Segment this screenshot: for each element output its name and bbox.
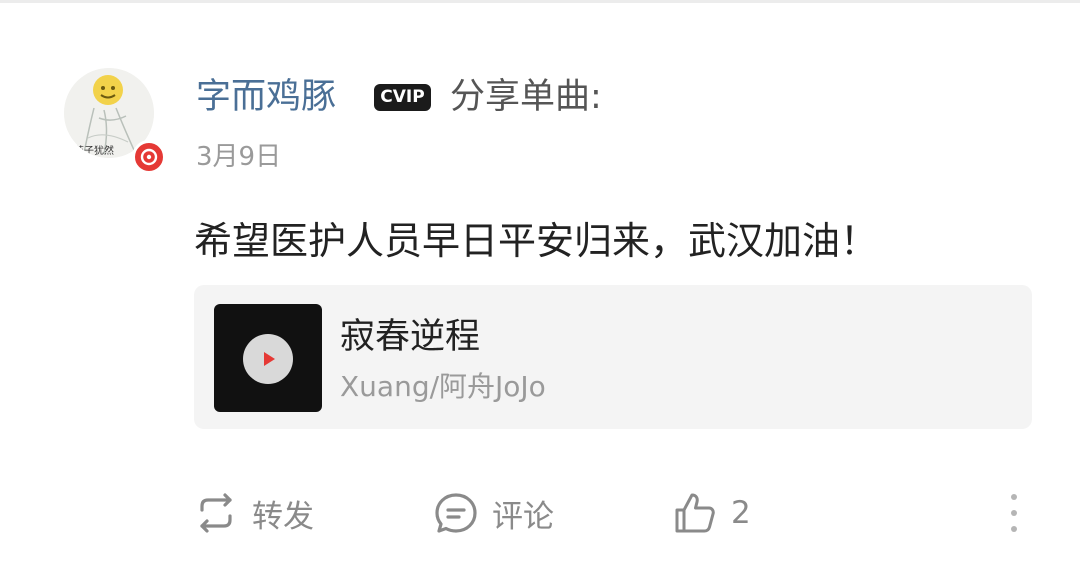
comment-label: 评论 [492,498,554,535]
play-icon [264,352,275,366]
song-artist: Xuang/阿舟JoJo [340,370,546,403]
more-dot [1011,526,1017,532]
song-cover[interactable] [214,304,322,412]
share-action-label: 分享单曲: [450,77,602,117]
like-button[interactable]: 2 [671,488,751,538]
play-button[interactable] [243,334,293,384]
username[interactable]: 字而鸡豚 [196,73,336,121]
music-badge-icon [132,140,166,174]
avatar-container[interactable]: 芍子犹然 [64,68,168,178]
more-dot [1011,494,1017,500]
comment-button[interactable]: 评论 [432,488,554,538]
like-icon [675,493,715,533]
song-title: 寂春逆程 [340,317,481,357]
vip-badge: CVIP [374,84,431,111]
song-card[interactable]: 寂春逆程 Xuang/阿舟JoJo [194,285,1032,429]
top-divider [0,0,1080,3]
comment-icon [435,493,477,533]
more-icon[interactable] [1000,490,1028,536]
repost-button[interactable]: 转发 [192,488,314,538]
repost-label: 转发 [252,498,314,535]
post-content: 希望医护人员早日平安归来，武汉加油！ [194,219,879,263]
like-count: 2 [731,495,751,531]
repost-icon [200,493,232,533]
avatar-caption: 芍子犹然 [74,144,114,157]
post-date: 3月9日 [196,142,282,172]
more-dot [1011,510,1017,516]
